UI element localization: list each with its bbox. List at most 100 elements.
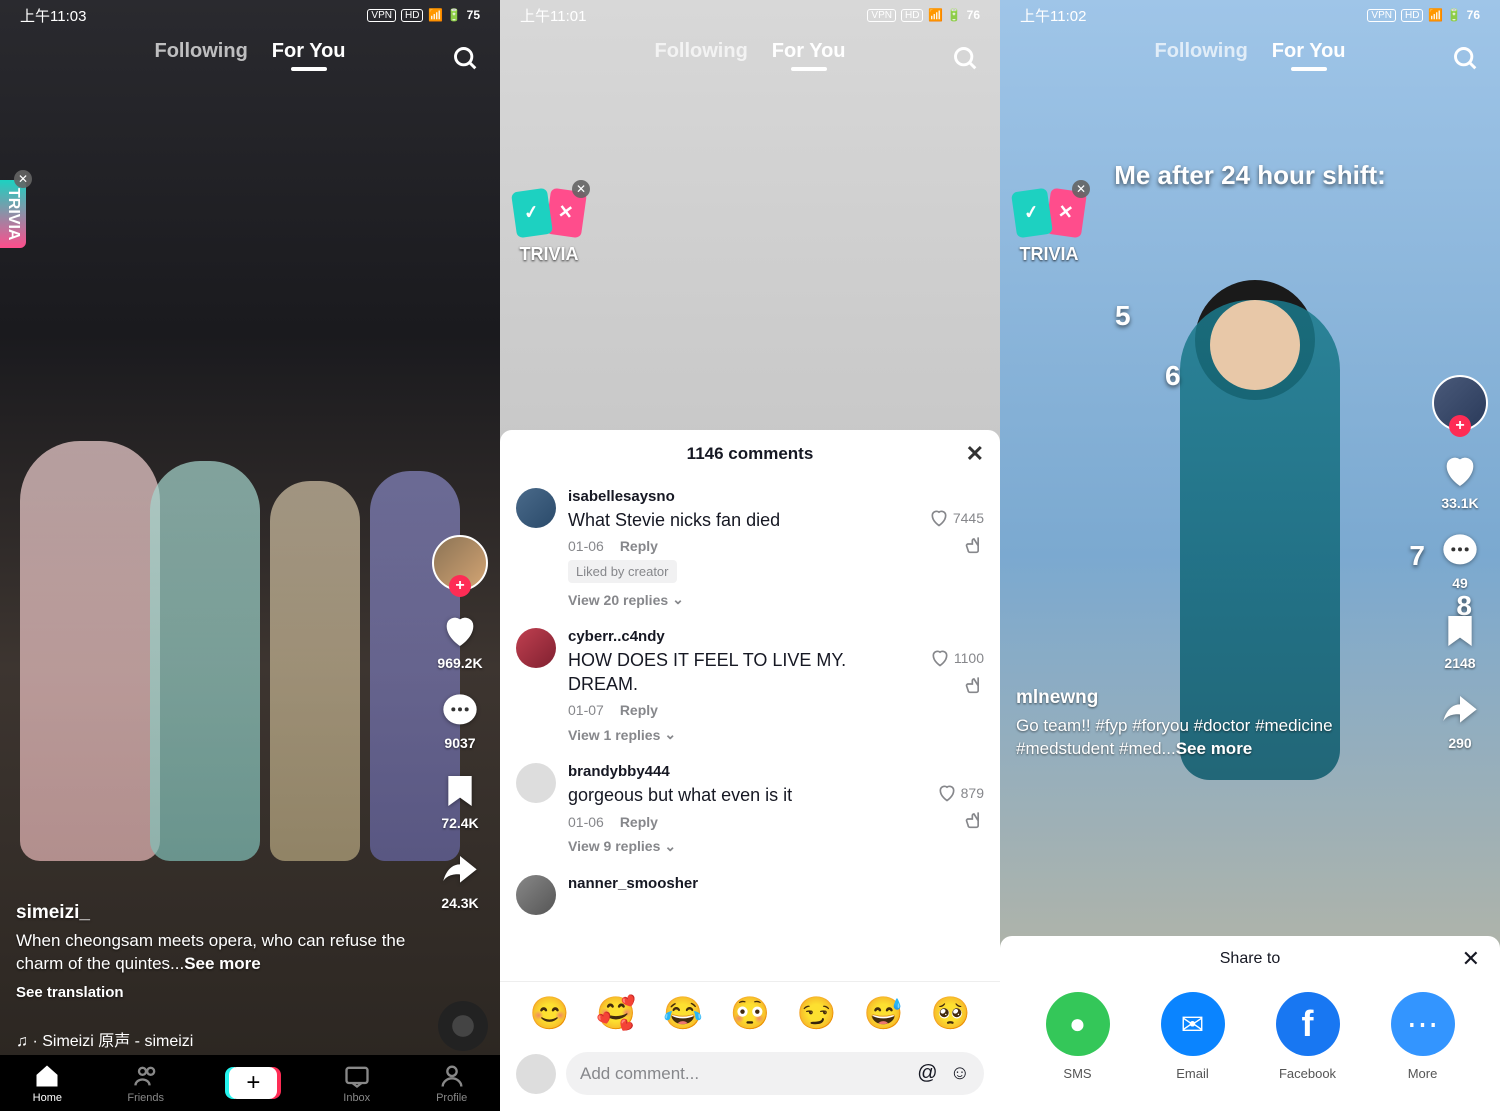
overlay-number: 5 (1115, 300, 1131, 332)
search-icon[interactable] (452, 45, 480, 78)
tab-foryou[interactable]: For You (1272, 40, 1346, 63)
mention-icon[interactable]: @ (917, 1062, 937, 1085)
see-more-button[interactable]: See more (1176, 739, 1253, 758)
status-bar: 上午11:01 VPNHD📶 🔋76 (500, 0, 1000, 30)
tab-following[interactable]: Following (1154, 40, 1247, 63)
email-icon: ✉ (1161, 992, 1225, 1056)
creator-avatar[interactable]: + (1432, 375, 1488, 431)
comments-list[interactable]: isabellesaysno What Stevie nicks fan die… (500, 478, 1000, 981)
nav-home[interactable]: Home (33, 1062, 62, 1104)
tab-foryou[interactable]: For You (772, 40, 846, 63)
comment-item: cyberr..c4ndy HOW DOES IT FEEL TO LIVE M… (516, 618, 984, 753)
search-icon[interactable] (1452, 45, 1480, 78)
close-icon[interactable]: ✕ (966, 441, 984, 467)
emoji-button[interactable]: 😳 (730, 994, 770, 1032)
comment-like-button[interactable]: 1100 (930, 648, 984, 668)
nav-friends[interactable]: Friends (127, 1062, 164, 1104)
see-translation-button[interactable]: See translation (16, 984, 420, 1001)
save-button[interactable]: 2148 (1440, 611, 1480, 671)
comment-username[interactable]: brandybby444 (568, 763, 925, 780)
view-replies-button[interactable]: View 1 replies ⌄ (568, 726, 918, 743)
trivia-badge[interactable]: ✕ TRIVIA (514, 190, 584, 265)
username[interactable]: mlnewng (1016, 687, 1410, 709)
trivia-badge[interactable]: ✕ TRIVIA (1014, 190, 1084, 265)
top-nav: Following For You (1000, 40, 1500, 63)
chevron-down-icon: ⌄ (664, 726, 676, 743)
save-button[interactable]: 72.4K (440, 771, 480, 831)
music-info[interactable]: ♫ · Simeizi 原声 - simeizi (16, 1027, 193, 1051)
emoji-button[interactable]: 😅 (864, 994, 904, 1032)
nav-create[interactable]: + (229, 1067, 277, 1099)
share-options-row: ●SMS ✉Email fFacebook ⋯More (1000, 982, 1500, 1091)
search-icon[interactable] (952, 45, 980, 78)
share-more[interactable]: ⋯More (1391, 992, 1455, 1081)
caption[interactable]: When cheongsam meets opera, who can refu… (16, 930, 420, 976)
see-more-button[interactable]: See more (184, 954, 261, 973)
comment-username[interactable]: isabellesaysno (568, 488, 917, 505)
inbox-icon (343, 1062, 371, 1090)
comment-button[interactable]: 9037 (440, 691, 480, 751)
create-button[interactable]: + (229, 1067, 277, 1099)
reply-button[interactable]: Reply (620, 814, 658, 830)
creator-avatar[interactable]: + (432, 535, 488, 591)
like-button[interactable]: 33.1K (1440, 451, 1480, 511)
status-indicators: VPNHD📶 🔋76 (867, 8, 980, 22)
share-facebook[interactable]: fFacebook (1276, 992, 1340, 1081)
overlay-number: 7 (1409, 540, 1425, 572)
avatar[interactable] (516, 1054, 556, 1094)
avatar[interactable] (516, 628, 556, 668)
comment-like-button[interactable]: 879 (937, 783, 984, 803)
emoji-button[interactable]: 😂 (663, 994, 703, 1032)
tab-following[interactable]: Following (654, 40, 747, 63)
view-replies-button[interactable]: View 20 replies ⌄ (568, 591, 917, 608)
comment-like-button[interactable]: 7445 (929, 508, 984, 528)
comment-icon (440, 691, 480, 731)
comment-username[interactable]: nanner_smoosher (568, 875, 984, 892)
share-button[interactable]: 24.3K (440, 851, 480, 911)
avatar[interactable] (516, 875, 556, 915)
emoji-picker-icon[interactable]: ☺ (950, 1062, 970, 1085)
bookmark-icon (440, 771, 480, 811)
dislike-icon[interactable] (964, 674, 984, 694)
close-icon[interactable]: ✕ (572, 180, 590, 198)
comment-username[interactable]: cyberr..c4ndy (568, 628, 918, 645)
avatar[interactable] (516, 763, 556, 803)
close-icon[interactable]: ✕ (14, 170, 32, 188)
dislike-icon[interactable] (964, 534, 984, 554)
share-sms[interactable]: ●SMS (1046, 992, 1110, 1081)
reply-button[interactable]: Reply (620, 702, 658, 718)
avatar[interactable] (516, 488, 556, 528)
trivia-badge[interactable]: ✕ TRIVIA (0, 180, 26, 248)
screen-feed-2: 上午11:01 VPNHD📶 🔋76 Following For You ✕ T… (500, 0, 1000, 1111)
action-rail: + 969.2K 9037 72.4K 24.3K (432, 535, 488, 911)
nav-inbox[interactable]: Inbox (343, 1062, 371, 1104)
username[interactable]: simeizi_ (16, 902, 420, 924)
reply-button[interactable]: Reply (620, 538, 658, 554)
comment-button[interactable]: 49 (1440, 531, 1480, 591)
share-button[interactable]: 290 (1440, 691, 1480, 751)
comment-item: isabellesaysno What Stevie nicks fan die… (516, 478, 984, 618)
dislike-icon[interactable] (964, 809, 984, 829)
music-disc-icon[interactable] (438, 1001, 488, 1051)
view-replies-button[interactable]: View 9 replies ⌄ (568, 838, 925, 855)
tab-following[interactable]: Following (154, 40, 247, 63)
emoji-button[interactable]: 😏 (797, 994, 837, 1032)
caption[interactable]: Go team!! #fyp #foryou #doctor #medicine… (1016, 715, 1410, 761)
follow-button[interactable]: + (1449, 415, 1471, 437)
like-button[interactable]: 969.2K (437, 611, 482, 671)
comment-icon (1440, 531, 1480, 571)
tab-foryou[interactable]: For You (272, 40, 346, 63)
close-icon[interactable]: ✕ (1072, 180, 1090, 198)
follow-button[interactable]: + (449, 575, 471, 597)
emoji-button[interactable]: 🥰 (596, 994, 636, 1032)
share-icon (1440, 691, 1480, 731)
nav-profile[interactable]: Profile (436, 1062, 467, 1104)
close-icon[interactable]: ✕ (1462, 946, 1480, 972)
emoji-quick-row: 😊 🥰 😂 😳 😏 😅 🥺 (500, 981, 1000, 1044)
emoji-button[interactable]: 😊 (530, 994, 570, 1032)
emoji-button[interactable]: 🥺 (931, 994, 971, 1032)
comment-input[interactable]: Add comment... @☺ (566, 1052, 984, 1095)
comment-item: brandybby444 gorgeous but what even is i… (516, 753, 984, 864)
facebook-icon: f (1276, 992, 1340, 1056)
share-email[interactable]: ✉Email (1161, 992, 1225, 1081)
